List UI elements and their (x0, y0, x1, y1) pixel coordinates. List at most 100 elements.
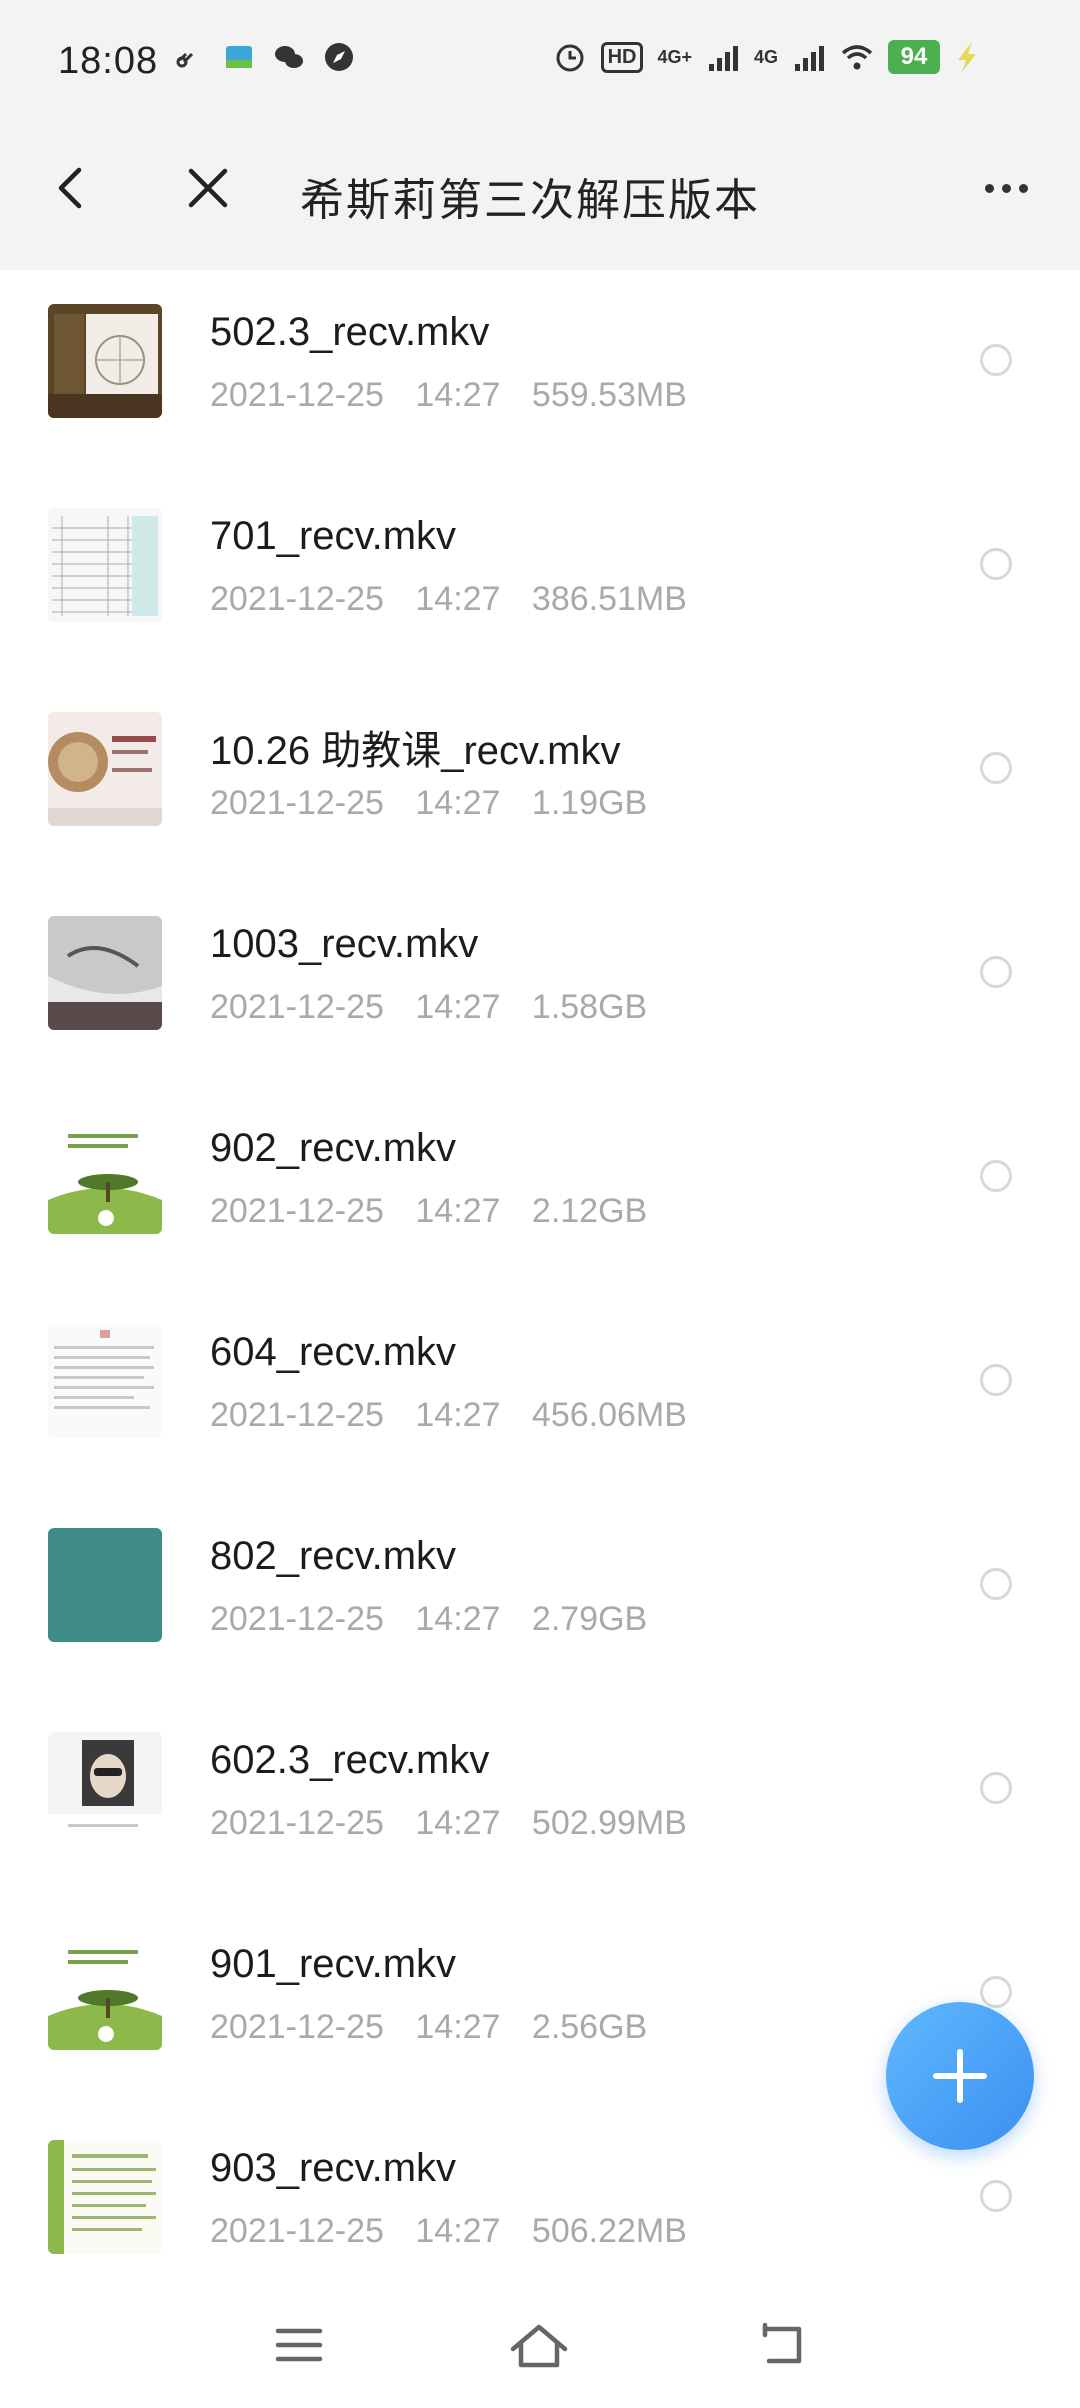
file-date: 2021-12-25 (210, 2212, 384, 2250)
select-radio[interactable] (980, 1568, 1012, 1600)
notification-icons (172, 40, 356, 74)
charging-icon (958, 42, 976, 72)
file-date: 2021-12-25 (210, 1804, 384, 1842)
title-bar: 希斯莉第三次解压版本 (0, 108, 1080, 270)
file-size: 2.79GB (531, 1600, 648, 1638)
file-name: 10.26 助教课_recv.mkv (210, 729, 621, 773)
alarm-icon (556, 44, 584, 72)
select-radio[interactable] (980, 548, 1012, 580)
video-thumbnail (48, 712, 162, 826)
dot (1018, 183, 1028, 193)
signal-4g-plus-icon: 4G+ (657, 46, 692, 67)
status-bar: 18:08 HD 4G+ 4G 94 (0, 0, 1080, 108)
close-icon (188, 168, 228, 208)
file-size: 2.56GB (531, 2008, 648, 2046)
file-date: 2021-12-25 (210, 1192, 384, 1230)
file-size: 559.53MB (531, 376, 687, 414)
file-size: 386.51MB (531, 580, 687, 618)
home-button[interactable] (504, 2310, 574, 2380)
status-time: 18:08 (58, 40, 159, 82)
file-meta: 2021-12-25 14:27 1.58GB (210, 988, 647, 1027)
close-button[interactable] (178, 153, 238, 223)
select-radio[interactable] (980, 1976, 1012, 2008)
select-radio[interactable] (980, 2180, 1012, 2212)
file-time: 14:27 (415, 2008, 501, 2046)
file-name: 604_recv.mkv (210, 1330, 457, 1374)
menu-icon (275, 2328, 323, 2362)
select-radio[interactable] (980, 1772, 1012, 1804)
add-button[interactable] (886, 2002, 1034, 2150)
plus-icon (933, 2049, 987, 2103)
file-meta: 2021-12-25 14:27 1.19GB (210, 784, 647, 823)
file-time: 14:27 (415, 988, 501, 1026)
video-thumbnail (48, 1324, 162, 1438)
file-name: 502.3_recv.mkv (210, 310, 490, 354)
file-list: 502.3_recv.mkv 2021-12-25 14:27 559.53MB… (0, 270, 1080, 2310)
file-meta: 2021-12-25 14:27 2.12GB (210, 1192, 647, 1231)
file-time: 14:27 (415, 1600, 501, 1638)
file-name: 701_recv.mkv (210, 514, 457, 558)
file-time: 14:27 (415, 784, 501, 822)
file-size: 2.12GB (531, 1192, 648, 1230)
signal-bars-icon (708, 46, 738, 71)
file-row[interactable]: 602.3_recv.mkv 2021-12-25 14:27 502.99MB (0, 1698, 1080, 1902)
file-size: 1.19GB (531, 784, 648, 822)
file-time: 14:27 (415, 2212, 501, 2250)
file-size: 456.06MB (531, 1396, 687, 1434)
select-radio[interactable] (980, 1364, 1012, 1396)
select-radio[interactable] (980, 1160, 1012, 1192)
video-thumbnail (48, 916, 162, 1030)
app-icon (226, 46, 252, 68)
file-size: 1.58GB (531, 988, 648, 1026)
signal-4g-icon: 4G (753, 46, 778, 67)
file-name: 1003_recv.mkv (210, 922, 479, 966)
file-row[interactable]: 802_recv.mkv 2021-12-25 14:27 2.79GB (0, 1494, 1080, 1698)
file-date: 2021-12-25 (210, 1396, 384, 1434)
file-size: 506.22MB (531, 2212, 687, 2250)
video-thumbnail (48, 1120, 162, 1234)
select-radio[interactable] (980, 344, 1012, 376)
battery-indicator: 94 (888, 40, 940, 74)
wifi-icon (841, 45, 873, 70)
hd-badge: HD (600, 41, 644, 73)
select-radio[interactable] (980, 752, 1012, 784)
link-icon (176, 52, 194, 68)
file-time: 14:27 (415, 376, 501, 414)
back-arrow-icon (762, 2323, 802, 2364)
file-size: 502.99MB (531, 1804, 687, 1842)
file-row[interactable]: 10.26 助教课_recv.mkv 2021-12-25 14:27 1.19… (0, 678, 1080, 882)
chevron-left-icon (58, 167, 82, 209)
video-thumbnail (48, 1732, 162, 1846)
file-date: 2021-12-25 (210, 376, 384, 414)
system-icons: HD 4G+ 4G 94 (553, 40, 980, 74)
back-button[interactable] (40, 153, 100, 223)
file-name: 802_recv.mkv (210, 1534, 457, 1578)
select-radio[interactable] (980, 956, 1012, 988)
file-meta: 2021-12-25 14:27 506.22MB (210, 2212, 687, 2251)
file-row[interactable]: 902_recv.mkv 2021-12-25 14:27 2.12GB (0, 1086, 1080, 1290)
video-thumbnail (48, 508, 162, 622)
more-options-button[interactable] (966, 158, 1046, 218)
file-date: 2021-12-25 (210, 1600, 384, 1638)
file-name: 902_recv.mkv (210, 1126, 457, 1170)
file-row[interactable]: 1003_recv.mkv 2021-12-25 14:27 1.58GB (0, 882, 1080, 1086)
menu-button[interactable] (264, 2310, 334, 2380)
video-thumbnail (48, 1528, 162, 1642)
file-time: 14:27 (415, 1804, 501, 1842)
file-name: 602.3_recv.mkv (210, 1738, 490, 1782)
home-icon (510, 2324, 568, 2368)
file-meta: 2021-12-25 14:27 559.53MB (210, 376, 687, 415)
file-time: 14:27 (415, 1396, 501, 1434)
video-thumbnail (48, 304, 162, 418)
file-row[interactable]: 604_recv.mkv 2021-12-25 14:27 456.06MB (0, 1290, 1080, 1494)
file-meta: 2021-12-25 14:27 2.56GB (210, 2008, 647, 2047)
video-thumbnail (48, 1936, 162, 2050)
file-time: 14:27 (415, 580, 501, 618)
file-meta: 2021-12-25 14:27 456.06MB (210, 1396, 687, 1435)
file-row[interactable]: 502.3_recv.mkv 2021-12-25 14:27 559.53MB (0, 270, 1080, 474)
back-nav-button[interactable] (746, 2310, 816, 2380)
dot (1001, 183, 1011, 193)
file-row[interactable]: 701_recv.mkv 2021-12-25 14:27 386.51MB (0, 474, 1080, 678)
file-date: 2021-12-25 (210, 2008, 384, 2046)
navigation-bar (0, 2280, 1080, 2408)
